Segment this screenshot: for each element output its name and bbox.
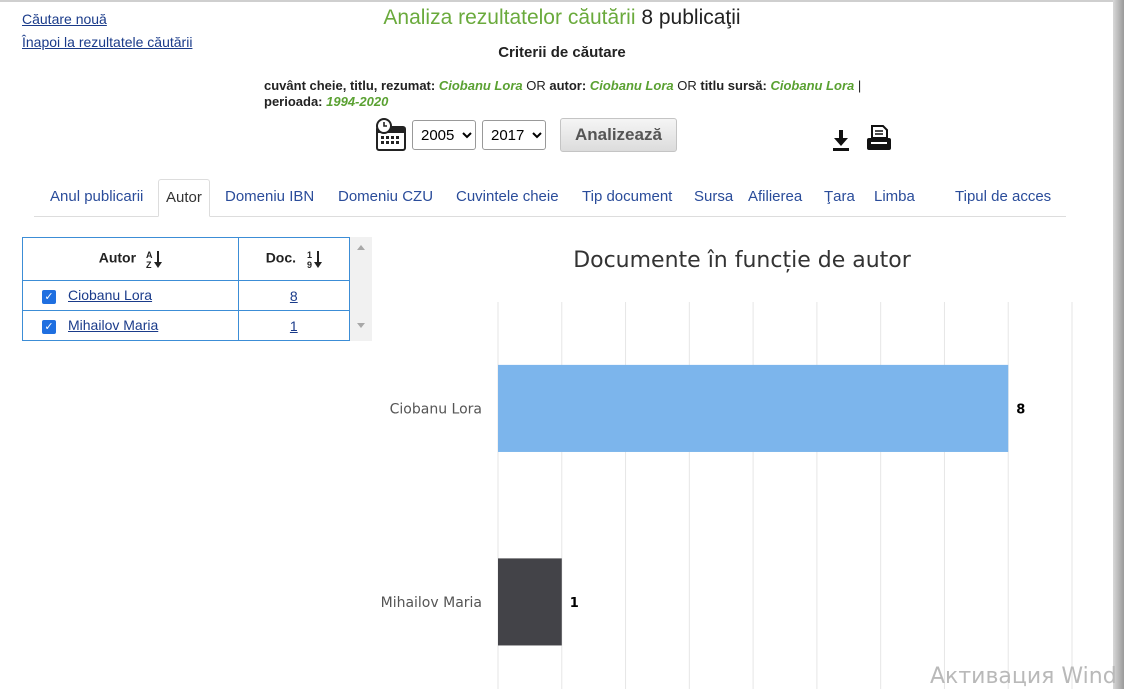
tab-tara[interactable]: Ţara xyxy=(824,179,855,215)
sort-numeric-icon[interactable]: 1 9 xyxy=(306,249,322,269)
docs-cell: 8 xyxy=(237,280,351,311)
author-column-header[interactable]: Autor A Z xyxy=(22,237,239,281)
or-operator: OR xyxy=(526,78,546,93)
period-value: 1994-2020 xyxy=(326,94,389,109)
activation-watermark: Активация Wind xyxy=(930,664,1117,689)
or-operator: OR xyxy=(677,78,697,93)
docs-header-label: Doc. xyxy=(265,249,297,266)
tab-cuvintele-cheie[interactable]: Cuvintele cheie xyxy=(456,179,559,215)
kw-value: Ciobanu Lora xyxy=(438,78,523,93)
year-from-select[interactable]: 2005 xyxy=(412,120,476,150)
window-right-border xyxy=(1113,0,1124,689)
window-top-border xyxy=(0,0,1124,2)
page-title-main: Analiza rezultatelor căutării xyxy=(383,6,636,29)
author-bar-chart: Documente în funcție de autor Ciobanu Lo… xyxy=(372,230,1112,689)
row-checkbox[interactable]: ✓ xyxy=(42,289,56,304)
tab-tipul-de-acces[interactable]: Tipul de acces xyxy=(955,179,1051,215)
tab-domeniu-ibn[interactable]: Domeniu IBN xyxy=(225,179,314,215)
tab-sursa[interactable]: Sursa xyxy=(694,179,733,215)
separator: | xyxy=(857,78,862,93)
tab-afilierea[interactable]: Afilierea xyxy=(748,179,802,215)
docs-column-header[interactable]: Doc. 1 9 xyxy=(237,237,351,281)
year-to-select[interactable]: 2017 xyxy=(482,120,546,150)
table-row: ✓ Ciobanu Lora 8 xyxy=(22,280,351,311)
row-checkbox[interactable]: ✓ xyxy=(42,319,56,334)
analysis-controls: 2005 2017 Analizează xyxy=(374,118,677,152)
chart-bar xyxy=(498,558,562,646)
svg-text:9: 9 xyxy=(307,260,312,269)
author-link[interactable]: Mihailov Maria xyxy=(68,317,158,333)
author-cell: ✓ Mihailov Maria xyxy=(22,310,239,341)
chart-plot: Ciobanu Lora 8 Mihailov Maria 1 xyxy=(381,302,1073,689)
author-table-panel: Autor A Z Doc. 1 9 ✓ Ciobanu Lora 8 ✓ Mi… xyxy=(22,237,372,341)
analysis-tabs: Anul publicarii Autor Domeniu IBN Domeni… xyxy=(34,179,1066,217)
author-value: Ciobanu Lora xyxy=(589,78,674,93)
tab-tip-document[interactable]: Tip document xyxy=(582,179,672,215)
chart-data-label: 8 xyxy=(1016,402,1025,417)
sort-alpha-icon[interactable]: A Z xyxy=(146,249,162,269)
tab-anul-publicarii[interactable]: Anul publicarii xyxy=(50,179,143,215)
chart-data-label: 1 xyxy=(570,596,579,611)
author-table: Autor A Z Doc. 1 9 ✓ Ciobanu Lora 8 ✓ Mi… xyxy=(22,237,351,341)
publication-count: 8 publicaţii xyxy=(641,6,741,29)
calendar-clock-icon[interactable] xyxy=(374,118,408,152)
analyze-button[interactable]: Analizează xyxy=(560,118,677,152)
docs-count-link[interactable]: 8 xyxy=(290,288,298,304)
tab-autor[interactable]: Autor xyxy=(158,179,210,217)
svg-text:Z: Z xyxy=(146,260,152,269)
criteria-heading: Criterii de căutare xyxy=(498,44,626,61)
chart-category-label: Ciobanu Lora xyxy=(390,401,482,417)
chart-bar xyxy=(498,364,1009,452)
tab-domeniu-czu[interactable]: Domeniu CZU xyxy=(338,179,433,215)
table-row: ✓ Mihailov Maria 1 xyxy=(22,310,351,341)
page-title: Analiza rezultatelor căutării 8 publicaţ… xyxy=(0,6,1124,30)
period-label: perioada: xyxy=(264,94,323,109)
print-icon[interactable] xyxy=(866,124,892,152)
source-label: titlu sursă: xyxy=(700,78,767,93)
scroll-up-arrow-icon[interactable] xyxy=(357,245,365,250)
author-link[interactable]: Ciobanu Lora xyxy=(68,287,152,303)
svg-text:1: 1 xyxy=(307,250,312,260)
author-header-label: Autor xyxy=(98,249,137,266)
docs-cell: 1 xyxy=(237,310,351,341)
kw-label: cuvânt cheie, titlu, rezumat: xyxy=(264,78,436,93)
criteria-line: cuvânt cheie, titlu, rezumat: Ciobanu Lo… xyxy=(264,78,994,110)
author-cell: ✓ Ciobanu Lora xyxy=(22,280,239,311)
docs-count-link[interactable]: 1 xyxy=(290,318,298,334)
table-scrollbar[interactable] xyxy=(350,237,372,341)
download-icon[interactable] xyxy=(832,126,850,152)
author-label: autor: xyxy=(549,78,587,93)
source-value: Ciobanu Lora xyxy=(770,78,855,93)
tab-limba[interactable]: Limba xyxy=(874,179,915,215)
chart-category-label: Mihailov Maria xyxy=(381,595,482,611)
svg-text:A: A xyxy=(146,250,153,260)
scroll-down-arrow-icon[interactable] xyxy=(357,323,365,328)
